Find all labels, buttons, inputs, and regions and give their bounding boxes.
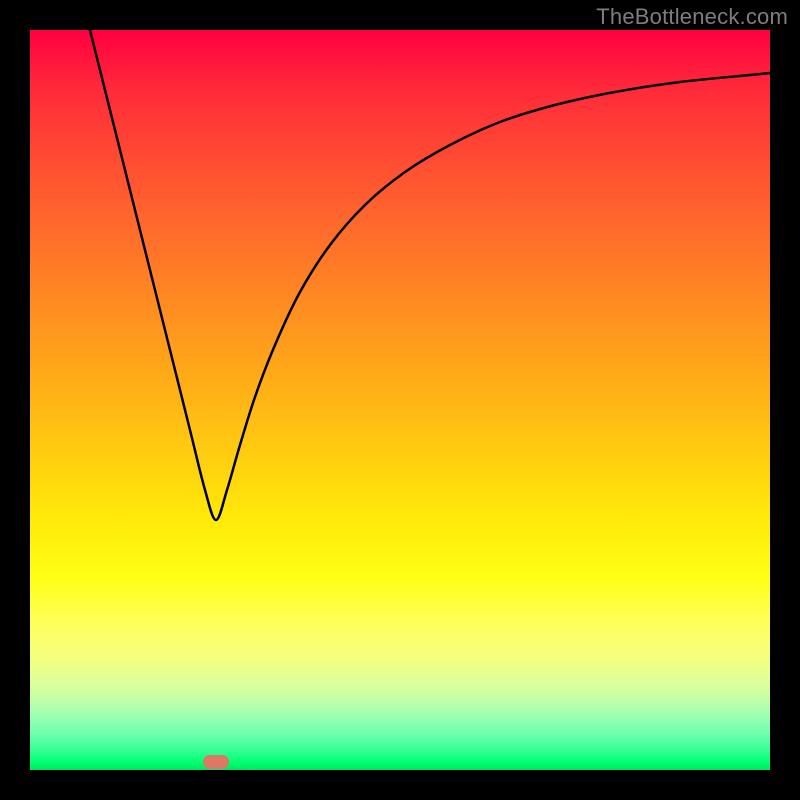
chart-root: TheBottleneck.com [0, 0, 800, 800]
bottleneck-curve [90, 30, 770, 520]
watermark-text: TheBottleneck.com [596, 4, 788, 30]
curve-svg [30, 30, 770, 770]
minimum-marker [203, 755, 229, 769]
plot-area [30, 30, 770, 770]
